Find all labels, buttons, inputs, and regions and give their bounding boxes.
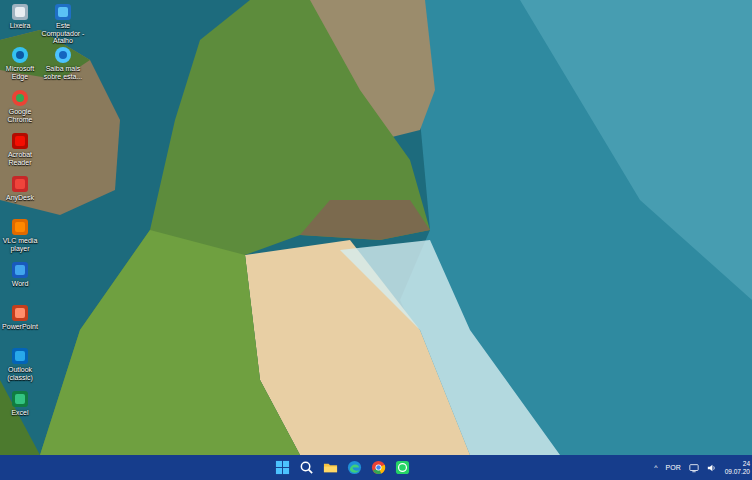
network-icon[interactable]	[689, 463, 699, 473]
app-icon	[11, 347, 29, 365]
wallpaper	[0, 0, 752, 455]
app-icon	[11, 218, 29, 236]
desktop-screen: Lixeira Microsoft Edge Google Chrome Acroba…	[0, 0, 752, 480]
edge-icon[interactable]	[347, 460, 362, 475]
desktop-icon-label: Outlook (classic)	[0, 366, 40, 381]
system-tray: ^ POR 2409.07.20	[654, 460, 752, 476]
whatsapp-icon[interactable]	[395, 460, 410, 475]
desktop-icon[interactable]: Word	[0, 261, 40, 304]
app-icon	[11, 390, 29, 408]
desktop-icon-label: AnyDesk	[6, 194, 34, 202]
desktop-icon[interactable]: PowerPoint	[0, 304, 40, 347]
desktop-icon-label: Excel	[11, 409, 28, 417]
desktop-icon-label: Este Computador - Atalho	[41, 22, 85, 45]
desktop-icon[interactable]: AnyDesk	[0, 175, 40, 218]
search-icon[interactable]	[299, 460, 314, 475]
chrome-icon[interactable]	[371, 460, 386, 475]
desktop-icon[interactable]: Microsoft Edge	[0, 46, 40, 89]
app-icon	[11, 304, 29, 322]
desktop-icon-label: Acrobat Reader	[0, 151, 40, 166]
taskbar: ^ POR 2409.07.20	[0, 455, 752, 480]
desktop-icon[interactable]: Excel	[0, 390, 40, 433]
windows-start-icon[interactable]	[275, 460, 290, 475]
app-icon	[11, 46, 29, 64]
speaker-icon[interactable]	[707, 463, 717, 473]
taskbar-apps	[0, 460, 654, 475]
desktop-icon[interactable]: Saiba mais sobre esta...	[40, 46, 86, 89]
desktop-icon-label: PowerPoint	[2, 323, 38, 331]
language-indicator[interactable]: POR	[666, 464, 681, 471]
desktop-icon[interactable]: Acrobat Reader	[0, 132, 40, 175]
app-icon	[11, 89, 29, 107]
desktop-icon-label: Google Chrome	[0, 108, 40, 123]
clock-date: 09.07.20	[725, 468, 750, 476]
desktop-icon[interactable]: VLC media player	[0, 218, 40, 261]
clock[interactable]: 2409.07.20	[725, 460, 750, 476]
app-icon	[11, 175, 29, 193]
app-icon	[11, 261, 29, 279]
clock-time: 24	[743, 460, 750, 468]
desktop-icon-grid: Lixeira Microsoft Edge Google Chrome Acroba…	[0, 0, 752, 433]
desktop-icon-label: Saiba mais sobre esta...	[41, 65, 85, 80]
desktop-icon-label: Word	[12, 280, 29, 288]
desktop-icon-label: VLC media player	[0, 237, 40, 252]
desktop-icon[interactable]: Este Computador - Atalho	[40, 3, 86, 46]
app-icon	[54, 3, 72, 21]
desktop: Lixeira Microsoft Edge Google Chrome Acroba…	[0, 0, 752, 455]
file-explorer-icon[interactable]	[323, 460, 338, 475]
desktop-icon-label: Microsoft Edge	[0, 65, 40, 80]
desktop-icon[interactable]: Outlook (classic)	[0, 347, 40, 390]
tray-chevron[interactable]: ^	[654, 464, 657, 471]
desktop-icon-label: Lixeira	[10, 22, 31, 30]
desktop-icon[interactable]: Google Chrome	[0, 89, 40, 132]
app-icon	[11, 3, 29, 21]
app-icon	[11, 132, 29, 150]
app-icon	[54, 46, 72, 64]
desktop-icon[interactable]: Lixeira	[0, 3, 40, 46]
